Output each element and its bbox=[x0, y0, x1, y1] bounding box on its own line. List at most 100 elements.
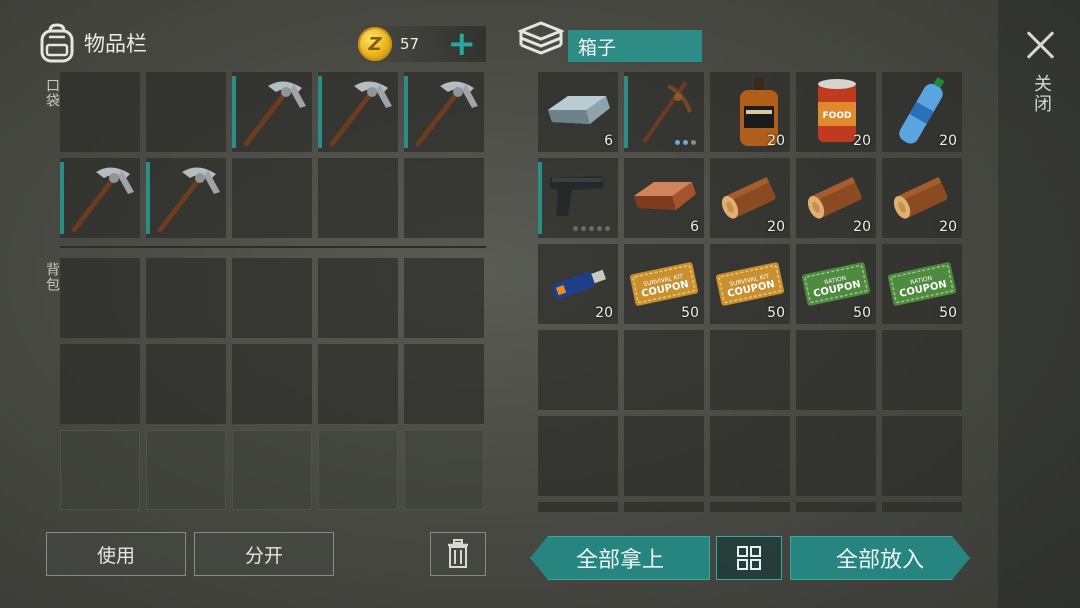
box-slot[interactable]: 6 bbox=[538, 72, 618, 152]
pickaxe-icon bbox=[415, 81, 478, 147]
box-slot[interactable]: 20 bbox=[882, 72, 962, 152]
box-slot[interactable]: 20 bbox=[710, 72, 790, 152]
box-slot[interactable] bbox=[538, 158, 618, 238]
box-slot[interactable] bbox=[624, 72, 704, 152]
backpack-slot[interactable] bbox=[232, 344, 312, 424]
item-count: 6 bbox=[604, 133, 613, 149]
close-button[interactable]: 关闭 bbox=[1018, 26, 1064, 130]
pocket-slot[interactable] bbox=[318, 158, 398, 238]
item-count: 20 bbox=[939, 219, 957, 235]
delete-button[interactable] bbox=[430, 532, 486, 576]
pocket-slot[interactable] bbox=[146, 72, 226, 152]
coin-count: 57 bbox=[400, 35, 420, 53]
pocket-slot[interactable] bbox=[60, 72, 140, 152]
pocket-label: 口袋 bbox=[44, 78, 60, 108]
box-slot[interactable] bbox=[538, 502, 618, 512]
backpack-slot[interactable] bbox=[60, 258, 140, 338]
pocket-slot[interactable] bbox=[404, 158, 484, 238]
pocket-slot[interactable] bbox=[60, 158, 140, 238]
take-all-button[interactable]: 全部拿上 bbox=[530, 536, 710, 580]
box-slot[interactable] bbox=[624, 502, 704, 512]
backpack-slot[interactable] bbox=[146, 344, 226, 424]
box-slot[interactable] bbox=[538, 416, 618, 496]
item-count: 50 bbox=[939, 305, 957, 321]
backpack-slot[interactable] bbox=[60, 344, 140, 424]
box-slot[interactable]: RATION COUPON 50 bbox=[882, 244, 962, 324]
item-count: 20 bbox=[595, 305, 613, 321]
inventory-title: 物品栏 bbox=[84, 32, 147, 56]
box-grid: 6 20 FOOD 20 20 6 20 20 20 20 SURVIVAL K… bbox=[538, 72, 962, 512]
backpack-grid bbox=[60, 258, 484, 510]
box-slot[interactable]: SURVIVAL KIT COUPON 50 bbox=[624, 244, 704, 324]
item-count: 20 bbox=[767, 219, 785, 235]
box-slot[interactable] bbox=[710, 502, 790, 512]
item-count: 50 bbox=[767, 305, 785, 321]
backpack-slot[interactable] bbox=[146, 258, 226, 338]
coin-balance: Z 57 + bbox=[358, 26, 486, 62]
item-count: 6 bbox=[690, 219, 699, 235]
box-slot[interactable] bbox=[710, 416, 790, 496]
box-slot[interactable]: 20 bbox=[882, 158, 962, 238]
pocket-slot[interactable] bbox=[232, 158, 312, 238]
box-slot[interactable] bbox=[796, 502, 876, 512]
box-slot[interactable] bbox=[710, 330, 790, 410]
pickaxe-icon bbox=[243, 81, 306, 147]
close-icon bbox=[1026, 30, 1056, 60]
use-button[interactable]: 使用 bbox=[46, 532, 186, 576]
pocket-slot[interactable] bbox=[318, 72, 398, 152]
box-slot[interactable]: 20 bbox=[796, 158, 876, 238]
section-divider bbox=[60, 246, 486, 248]
backpack-slot[interactable] bbox=[318, 344, 398, 424]
item-count: 20 bbox=[767, 133, 785, 149]
backpack-slot[interactable] bbox=[404, 258, 484, 338]
box-slot[interactable]: RATION COUPON 50 bbox=[796, 244, 876, 324]
pocket-slot[interactable] bbox=[146, 158, 226, 238]
close-label: 关闭 bbox=[1031, 74, 1052, 114]
box-slot[interactable] bbox=[882, 330, 962, 410]
box-slot[interactable]: 6 bbox=[624, 158, 704, 238]
sort-grid-button[interactable] bbox=[716, 536, 782, 580]
box-header bbox=[518, 20, 564, 60]
box-slot[interactable] bbox=[624, 416, 704, 496]
trash-icon bbox=[448, 539, 468, 568]
box-slot[interactable] bbox=[624, 330, 704, 410]
locked-slot bbox=[146, 430, 226, 510]
backpack-slot[interactable] bbox=[318, 258, 398, 338]
inventory-header: 物品栏 bbox=[38, 22, 147, 64]
pocket-slot[interactable] bbox=[404, 72, 484, 152]
backpack-icon bbox=[40, 23, 74, 63]
box-slot[interactable]: FOOD 20 bbox=[796, 72, 876, 152]
item-count: 50 bbox=[681, 305, 699, 321]
locked-slot bbox=[404, 430, 484, 510]
durability-dots bbox=[573, 226, 610, 231]
backpack-slot[interactable] bbox=[404, 344, 484, 424]
box-stack-icon bbox=[518, 21, 564, 55]
box-slot[interactable] bbox=[538, 330, 618, 410]
durability-dots bbox=[675, 140, 696, 145]
box-slot[interactable]: 20 bbox=[710, 158, 790, 238]
item-count: 20 bbox=[853, 219, 871, 235]
pickaxe-icon bbox=[329, 81, 392, 147]
box-title: 箱子 bbox=[568, 30, 702, 62]
locked-slot bbox=[232, 430, 312, 510]
split-button[interactable]: 分开 bbox=[194, 532, 334, 576]
item-count: 20 bbox=[853, 133, 871, 149]
box-slot[interactable] bbox=[796, 330, 876, 410]
add-coins-button[interactable]: + bbox=[448, 27, 477, 61]
pocket-grid bbox=[60, 72, 484, 238]
box-slot[interactable] bbox=[796, 416, 876, 496]
box-slot[interactable] bbox=[882, 502, 962, 512]
item-count: 50 bbox=[853, 305, 871, 321]
box-slot[interactable] bbox=[882, 416, 962, 496]
grid-icon bbox=[737, 546, 761, 570]
food-label: FOOD bbox=[823, 111, 852, 121]
box-slot[interactable]: 20 bbox=[538, 244, 618, 324]
pickaxe-icon bbox=[71, 167, 134, 233]
item-count: 20 bbox=[939, 133, 957, 149]
pocket-slot[interactable] bbox=[232, 72, 312, 152]
backpack-slot[interactable] bbox=[232, 258, 312, 338]
locked-slot bbox=[318, 430, 398, 510]
coin-icon: Z bbox=[358, 27, 392, 61]
box-slot[interactable]: SURVIVAL KIT COUPON 50 bbox=[710, 244, 790, 324]
put-all-button[interactable]: 全部放入 bbox=[790, 536, 970, 580]
